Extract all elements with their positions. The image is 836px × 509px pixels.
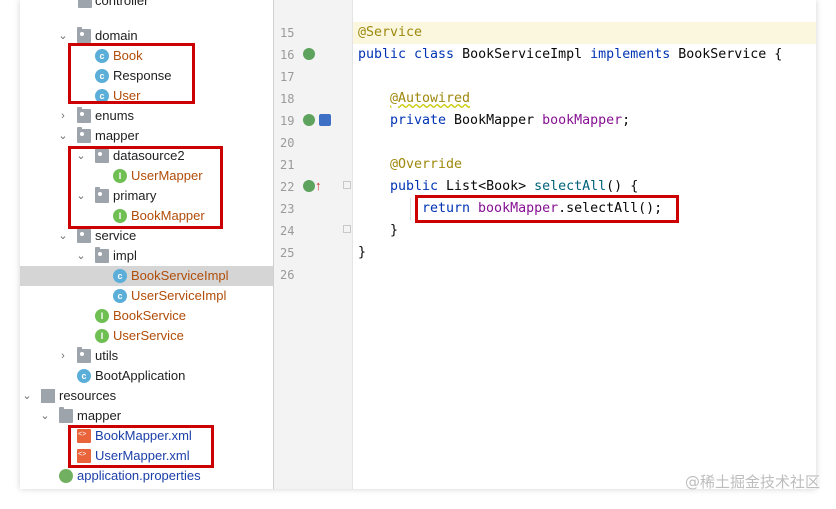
project-tree: controller ⌄ domain c Book c Response c … <box>20 0 274 489</box>
code-line-15: @Service <box>358 25 423 40</box>
line-number: 24 <box>280 224 295 238</box>
tree-item-label: BookServiceImpl <box>131 268 229 283</box>
tree-item-label: application.properties <box>77 468 201 483</box>
line-number: 22 <box>280 180 295 194</box>
fold-icon[interactable] <box>343 225 351 233</box>
tree-item-resources[interactable]: ⌄ resources <box>20 386 273 406</box>
chevron-right-icon[interactable]: › <box>58 106 68 126</box>
code-line-18: @Autowired <box>390 91 471 106</box>
resources-folder-icon <box>41 389 55 403</box>
tree-item-book-service-impl[interactable]: c BookServiceImpl <box>20 266 273 286</box>
package-icon <box>77 27 91 43</box>
tree-item-label: BookService <box>113 308 186 323</box>
tree-item-enums[interactable]: › enums <box>20 106 273 126</box>
chevron-down-icon[interactable]: ⌄ <box>22 386 32 406</box>
highlight-box-mapper <box>68 146 223 229</box>
tree-item-label: impl <box>113 248 137 263</box>
watermark: @稀土掘金技术社区 <box>684 473 820 491</box>
line-number: 20 <box>280 136 295 150</box>
spring-bean-icon[interactable] <box>303 48 315 60</box>
tree-item-label: utils <box>95 348 119 363</box>
ide-window: controller ⌄ domain c Book c Response c … <box>20 0 816 489</box>
tree-item-user-service[interactable]: I UserService <box>20 326 273 346</box>
tree-item-book-service[interactable]: I BookService <box>20 306 273 326</box>
folder-icon <box>59 407 73 423</box>
highlight-box-xml <box>68 425 214 468</box>
line-number: 23 <box>280 202 295 216</box>
chevron-right-icon[interactable]: › <box>58 346 68 366</box>
package-icon <box>77 127 91 143</box>
line-number: 17 <box>280 70 295 84</box>
package-icon <box>77 107 91 123</box>
navigate-to-mapper-icon[interactable] <box>319 114 331 126</box>
line-number: 21 <box>280 158 295 172</box>
package-icon <box>77 227 91 243</box>
tree-item-label: controller <box>95 0 149 8</box>
tree-item-controller[interactable]: controller <box>20 0 273 11</box>
tree-item-user-service-impl[interactable]: c UserServiceImpl <box>20 286 273 306</box>
code-line-16: public class BookServiceImpl implements … <box>358 47 783 62</box>
line-number: 16 <box>280 48 295 62</box>
chevron-down-icon[interactable]: ⌄ <box>40 406 50 426</box>
chevron-down-icon[interactable]: ⌄ <box>58 26 68 46</box>
class-icon: c <box>113 289 127 303</box>
code-line-21: @Override <box>390 157 463 172</box>
chevron-down-icon[interactable]: ⌄ <box>58 126 68 146</box>
interface-icon: I <box>95 309 109 323</box>
highlight-box-return <box>415 195 679 223</box>
code-line-25: } <box>358 245 367 260</box>
tree-item-label: mapper <box>95 128 140 143</box>
line-number: 19 <box>280 114 295 128</box>
highlight-box-domain <box>68 43 195 104</box>
line-number-gutter: 15 16 17 18 19 20 21 22 23 24 25 26 ↑ <box>274 0 353 489</box>
tree-item-label: service <box>95 228 137 243</box>
tree-item-label: resources <box>59 388 117 403</box>
code-line-24: } <box>390 223 399 238</box>
tree-item-label: UserService <box>113 328 184 343</box>
spring-boot-class-icon: c <box>77 369 91 383</box>
tree-item-boot-application[interactable]: c BootApplication <box>20 366 273 386</box>
tree-item-resources-mapper[interactable]: ⌄ mapper <box>20 406 273 426</box>
folder-icon <box>78 0 92 8</box>
line-number: 25 <box>280 246 295 260</box>
tree-item-impl[interactable]: ⌄ impl <box>20 246 273 266</box>
package-icon <box>95 247 109 263</box>
code-editor[interactable]: @Service public class BookServiceImpl im… <box>353 0 816 489</box>
line-number: 18 <box>280 92 295 106</box>
tree-item-label: UserServiceImpl <box>131 288 227 303</box>
fold-icon[interactable] <box>343 181 351 189</box>
package-icon <box>77 347 91 363</box>
tree-item-service[interactable]: ⌄ service <box>20 226 273 246</box>
tree-item-utils[interactable]: › utils <box>20 346 273 366</box>
chevron-down-icon[interactable]: ⌄ <box>76 246 86 266</box>
tree-item-label: mapper <box>77 408 122 423</box>
override-arrow-icon[interactable]: ↑ <box>315 176 322 196</box>
tree-item-label: enums <box>95 108 135 123</box>
spring-bean-icon[interactable] <box>303 114 315 126</box>
line-number: 15 <box>280 26 295 40</box>
tree-item-application-properties[interactable]: application.properties <box>20 466 273 486</box>
chevron-down-icon[interactable]: ⌄ <box>58 226 68 246</box>
class-icon: c <box>113 269 127 283</box>
indent-guide <box>410 198 411 220</box>
tree-item-label: BootApplication <box>95 368 186 383</box>
interface-icon: I <box>95 329 109 343</box>
line-number: 26 <box>280 268 295 282</box>
implements-method-icon[interactable] <box>303 180 315 192</box>
current-line-highlight <box>353 22 816 44</box>
tree-item-mapper[interactable]: ⌄ mapper <box>20 126 273 146</box>
properties-file-icon <box>59 469 73 483</box>
code-line-19: private BookMapper bookMapper; <box>390 113 631 128</box>
